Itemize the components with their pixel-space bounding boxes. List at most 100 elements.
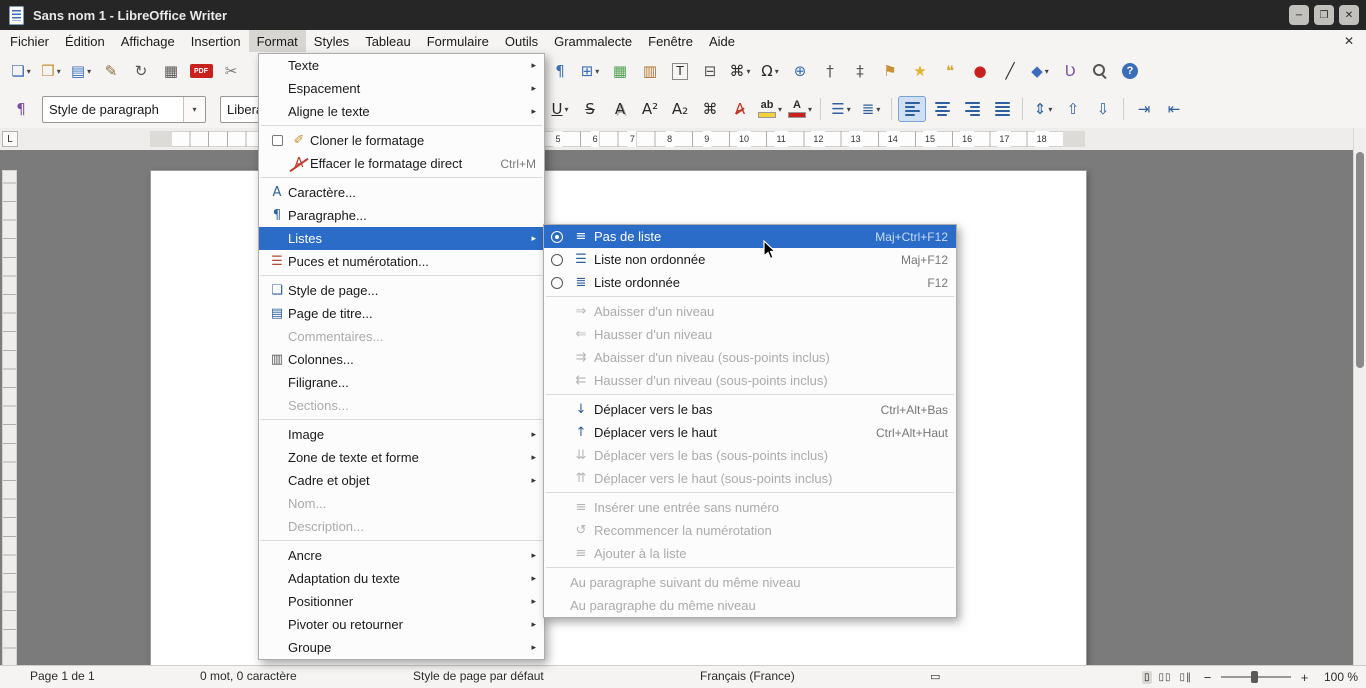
underline[interactable]: U ▾ [546,96,574,122]
line-spacing-dropdown[interactable]: ▾ [1048,105,1052,114]
liste-non-ordonnee-radio[interactable] [551,253,563,266]
font-color-dropdown[interactable]: ▾ [808,105,812,114]
close-document-icon[interactable]: ✕ [1344,34,1354,48]
edit-mode[interactable]: ✎ [97,58,125,84]
format-menu-item-puces-et-numerotation[interactable]: ☰ Puces et numérotation... [259,250,544,273]
menu-edition[interactable]: Édition [57,30,113,52]
menu-fenetre[interactable]: Fenêtre [640,30,701,52]
align-right[interactable] [958,96,986,122]
pas-de-liste-radio[interactable] [551,230,563,243]
open-file-dropdown[interactable]: ▾ [57,67,61,76]
help[interactable]: ? [1116,58,1144,84]
insert-image[interactable]: ▦ [606,58,634,84]
page-style-field[interactable]: Style de page par défaut [413,666,544,688]
zoom-slider[interactable] [1221,671,1291,683]
insert-table[interactable]: ⊞ ▾ [576,58,604,84]
insert-line[interactable]: ╱ [996,58,1024,84]
cut[interactable]: ✂ [217,58,245,84]
format-menu-item-paragraphe[interactable]: ¶ Paragraphe... [259,204,544,227]
menu-insertion[interactable]: Insertion [183,30,249,52]
new-document-dropdown[interactable]: ▾ [27,67,31,76]
insert-field[interactable]: ⌘ ▾ [726,58,754,84]
vertical-scrollbar[interactable] [1353,128,1366,666]
scrollbar-thumb[interactable] [1356,152,1364,368]
insert-special-character-dropdown[interactable]: ▾ [775,67,779,76]
zoom-in-button[interactable]: + [1298,670,1311,685]
insert-field-dropdown[interactable]: ▾ [746,67,750,76]
align-center[interactable] [928,96,956,122]
strikethrough[interactable]: S [576,96,604,122]
menu-aide[interactable]: Aide [701,30,743,52]
print[interactable]: ▦ [157,58,185,84]
multi-page-view[interactable]: ▯▯ [1156,671,1173,684]
page-count-field[interactable]: Page 1 de 1 [30,666,95,688]
lists-submenu-item-deplacer-vers-le-haut[interactable]: ↑ Déplacer vers le haut Ctrl+Alt+Haut [544,421,956,444]
menu-fichier[interactable]: Fichier [2,30,57,52]
paragraph-style-spotlight[interactable]: ¶ [7,96,35,122]
menu-tableau[interactable]: Tableau [357,30,419,52]
format-menu-item-zone-de-texte-et-forme[interactable]: Zone de texte et forme ▸ [259,446,544,469]
lists-submenu-item-liste-non-ordonnee[interactable]: ☰ Liste non ordonnée Maj+F12 [544,248,956,271]
menu-formulaire[interactable]: Formulaire [419,30,497,52]
minimize-button[interactable]: − [1289,5,1309,25]
menu-grammalecte[interactable]: Grammalecte [546,30,640,52]
lists-submenu-item-pas-de-liste[interactable]: ≡ Pas de liste Maj+Ctrl+F12 [544,225,956,248]
format-menu-item-caractere[interactable]: A Caractère... [259,181,544,204]
format-menu-item-cadre-et-objet[interactable]: Cadre et objet ▸ [259,469,544,492]
ordered-list-dropdown[interactable]: ▾ [876,105,880,114]
language-field[interactable]: Français (France) [700,666,795,688]
open-file[interactable]: ❒ ▾ [37,58,65,84]
basic-shapes[interactable]: ◆ ▾ [1026,58,1054,84]
format-menu-item-page-de-titre[interactable]: ▤ Page de titre... [259,302,544,325]
show-draw-functions[interactable]: Ʋ [1056,58,1084,84]
insert-endnote[interactable]: ‡ [846,58,874,84]
insert-cross-reference[interactable]: ★ [906,58,934,84]
insert-chart[interactable]: ▥ [636,58,664,84]
format-menu-item-aligne-le-texte[interactable]: Aligne le texte ▸ [259,100,544,123]
insert-special-character[interactable]: Ω ▾ [756,58,784,84]
format-menu-item-listes[interactable]: Listes ▸ [259,227,544,250]
format-menu-item-filigrane[interactable]: Filigrane... [259,371,544,394]
book-view[interactable]: ▯‖ [1177,671,1194,684]
lists-submenu-item-liste-ordonnee[interactable]: ≣ Liste ordonnée F12 [544,271,956,294]
menu-affichage[interactable]: Affichage [113,30,183,52]
lists-submenu-item-deplacer-vers-le-bas[interactable]: ↓ Déplacer vers le bas Ctrl+Alt+Bas [544,398,956,421]
format-menu-item-groupe[interactable]: Groupe ▸ [259,636,544,659]
menu-styles[interactable]: Styles [306,30,357,52]
liste-ordonnee-radio[interactable] [551,276,563,289]
ordered-list[interactable]: ≣ ▾ [857,96,885,122]
font-color[interactable]: A ▾ [786,96,814,122]
highlighting-color[interactable]: ab ▾ [756,96,784,122]
format-menu-item-espacement[interactable]: Espacement ▸ [259,77,544,100]
unordered-list[interactable]: ☰ ▾ [827,96,855,122]
increase-paragraph-spacing[interactable]: ⇧ [1059,96,1087,122]
zoom-slider-thumb[interactable] [1251,671,1258,683]
format-menu-item-pivoter-ou-retourner[interactable]: Pivoter ou retourner ▸ [259,613,544,636]
horizontal-ruler[interactable]: L 5 6 7 8 9 10 11 12 13 14 15 16 17 18 [0,128,1354,151]
paragraph-style-combobox[interactable]: Style de paragraph ▾ [42,95,206,123]
special-character[interactable]: ⌘ [696,96,724,122]
text-shadow[interactable]: A [606,96,634,122]
increase-indent[interactable]: ⇥ [1130,96,1158,122]
insert-bookmark[interactable]: ⚑ [876,58,904,84]
insert-page-break[interactable]: ⊟ [696,58,724,84]
find-replace[interactable] [1086,58,1114,84]
basic-shapes-dropdown[interactable]: ▾ [1045,67,1049,76]
menu-format[interactable]: Format [248,30,306,52]
track-changes[interactable]: ● [966,58,994,84]
formatting-marks[interactable]: ¶ [546,58,574,84]
decrease-paragraph-spacing[interactable]: ⇩ [1089,96,1117,122]
superscript[interactable]: A² [636,96,664,122]
format-menu-item-style-de-page[interactable]: ❏ Style de page... [259,279,544,302]
format-menu-item-texte[interactable]: Texte ▸ [259,54,544,77]
underline-dropdown[interactable]: ▾ [564,105,568,114]
insert-hyperlink[interactable]: ⊕ [786,58,814,84]
line-spacing[interactable]: ⇕ ▾ [1029,96,1057,122]
zoom-out-button[interactable]: − [1201,670,1214,685]
insert-table-dropdown[interactable]: ▾ [595,67,599,76]
single-page-view[interactable]: ▯ [1141,670,1153,684]
insert-text-box[interactable]: T [666,58,694,84]
decrease-indent[interactable]: ⇤ [1160,96,1188,122]
cloner-le-formatage-checkbox[interactable] [271,135,283,146]
clear-direct-formatting[interactable]: A [726,96,754,122]
